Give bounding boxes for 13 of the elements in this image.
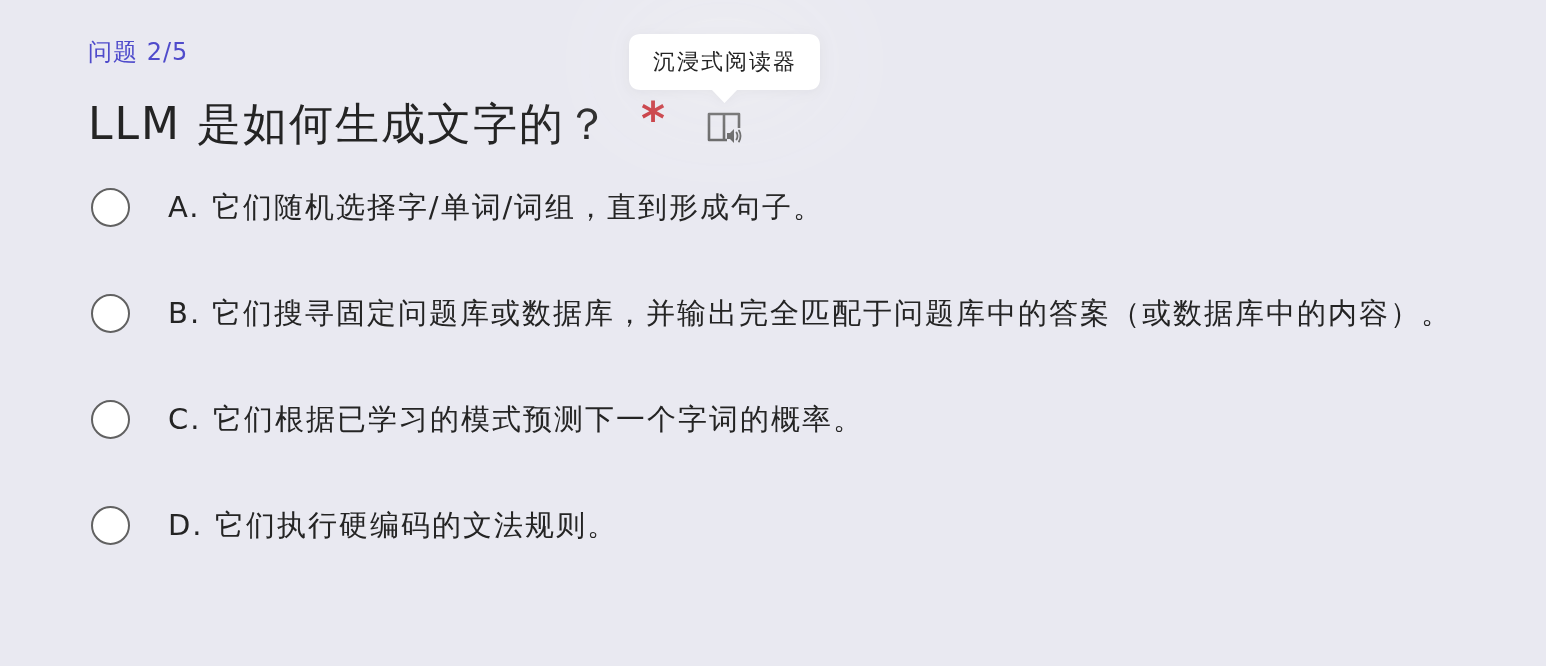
question-counter: 问题 2/5 (88, 37, 189, 68)
immersive-reader-button[interactable] (707, 111, 744, 145)
required-asterisk: * (641, 102, 666, 136)
option-label[interactable]: C. 它们根据已学习的模式预测下一个字词的概率。 (168, 399, 864, 439)
book-speaker-icon (707, 111, 744, 145)
option-label[interactable]: B. 它们搜寻固定问题库或数据库，并输出完全匹配于问题库中的答案（或数据库中的内容）。 (168, 293, 1453, 333)
radio-button[interactable] (91, 187, 130, 227)
radio-button[interactable] (91, 399, 130, 439)
radio-button[interactable] (91, 293, 130, 333)
option-label[interactable]: A. 它们随机选择字/单词/词组，直到形成句子。 (168, 187, 825, 227)
question-title: LLM 是如何生成文字的？ (88, 97, 611, 151)
option-label[interactable]: D. 它们执行硬编码的文法规则。 (168, 505, 618, 545)
radio-button[interactable] (91, 505, 130, 545)
